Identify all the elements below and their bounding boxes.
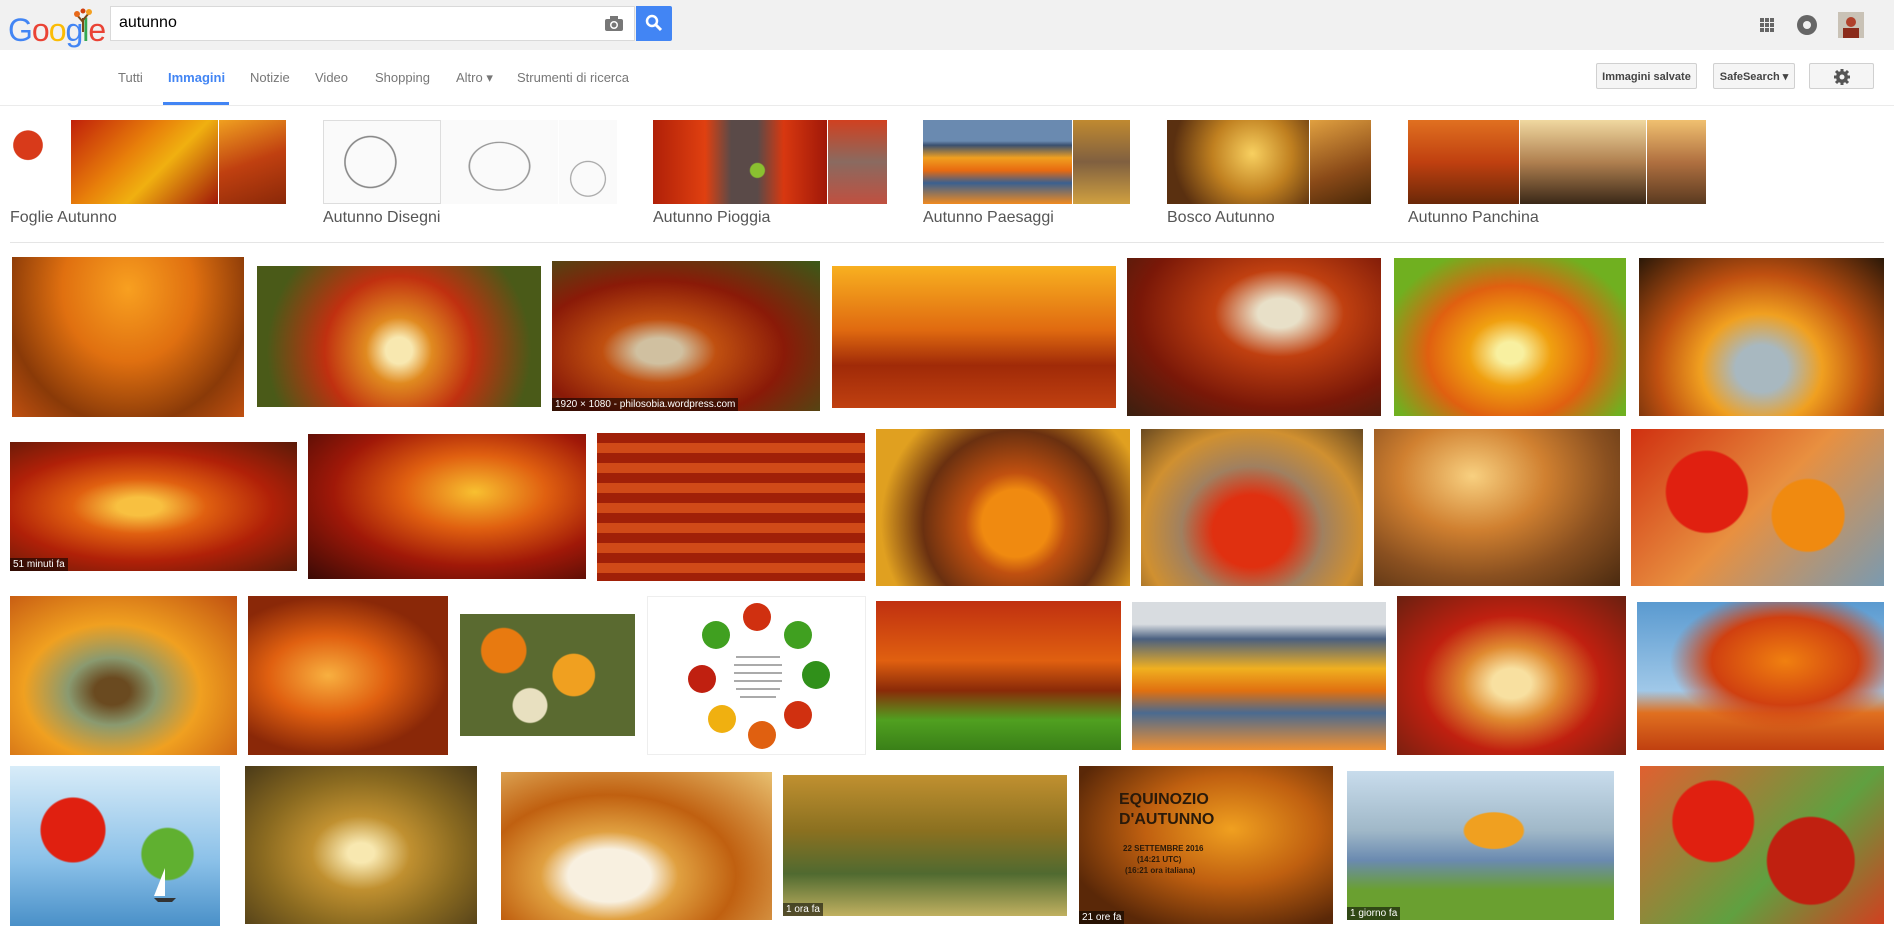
related-thumbnail-strip	[653, 120, 888, 204]
image-result[interactable]	[1141, 429, 1363, 586]
related-label: Bosco Autunno	[1167, 209, 1275, 226]
image-result[interactable]	[460, 614, 635, 736]
image-result[interactable]	[1127, 258, 1381, 416]
tab-images[interactable]: Immagini	[168, 70, 225, 85]
search-icon	[645, 14, 663, 32]
image-result[interactable]: 1 ora fa	[783, 775, 1067, 916]
image-result[interactable]	[245, 766, 477, 924]
sailboat-icon	[154, 868, 176, 902]
autumn-tree-doodle-icon	[74, 8, 92, 32]
image-result[interactable]	[248, 596, 448, 755]
image-result[interactable]	[12, 257, 244, 417]
search-button[interactable]	[636, 6, 672, 41]
active-tab-indicator	[163, 102, 229, 105]
image-result[interactable]	[647, 596, 866, 755]
related-thumbnail-strip	[1408, 120, 1707, 204]
related-label: Autunno Paesaggi	[923, 209, 1054, 226]
tab-video[interactable]: Video	[315, 70, 348, 85]
divider	[10, 242, 1884, 243]
tab-news[interactable]: Notizie	[250, 70, 290, 85]
image-result[interactable]	[1631, 429, 1884, 586]
image-result[interactable]	[1374, 429, 1620, 586]
equinox-italian-time: (16:21 ora italiana)	[1125, 866, 1196, 875]
tab-search-tools[interactable]: Strumenti di ricerca	[517, 70, 629, 85]
image-result[interactable]	[10, 766, 220, 926]
image-caption: 1920 × 1080 - philosobia.wordpress.com	[552, 398, 739, 411]
related-thumbnail-strip	[10, 120, 287, 204]
image-result[interactable]	[832, 266, 1116, 408]
equinox-utc: (14:21 UTC)	[1137, 855, 1182, 864]
equinox-title-1: EQUINOZIO	[1119, 791, 1209, 808]
related-thumbnail-strip	[1167, 120, 1372, 204]
camera-icon[interactable]	[604, 15, 624, 32]
related-label: Autunno Panchina	[1408, 209, 1539, 226]
image-result[interactable]: 51 minuti fa	[10, 442, 297, 571]
image-result[interactable]	[308, 434, 586, 579]
image-caption: 1 ora fa	[783, 903, 823, 916]
top-bar: Google	[0, 0, 1894, 50]
top-right-icons	[1754, 12, 1874, 38]
image-result[interactable]	[501, 772, 772, 920]
search-input[interactable]	[119, 13, 589, 33]
equinox-title-2: D'AUTUNNO	[1119, 811, 1215, 828]
image-result[interactable]	[876, 429, 1130, 586]
related-label: Foglie Autunno	[10, 209, 117, 226]
related-thumbnail-strip	[323, 120, 618, 204]
settings-button[interactable]	[1809, 63, 1874, 89]
image-result[interactable]	[876, 601, 1121, 750]
equinox-date: 22 SETTEMBRE 2016	[1123, 844, 1204, 853]
account-avatar[interactable]	[1838, 12, 1864, 38]
image-result[interactable]: 1920 × 1080 - philosobia.wordpress.com	[552, 261, 820, 411]
image-result[interactable]	[1397, 596, 1626, 755]
apps-grid-icon[interactable]	[1754, 12, 1780, 38]
image-result[interactable]	[597, 433, 865, 581]
related-thumbnail-strip	[923, 120, 1131, 204]
tab-all[interactable]: Tutti	[118, 70, 143, 85]
leaf-wreath-drawing	[688, 603, 830, 749]
gear-icon	[1834, 69, 1850, 85]
image-result[interactable]	[10, 596, 237, 755]
tab-more[interactable]: Altro ▾	[456, 70, 493, 86]
image-result[interactable]	[1639, 258, 1884, 416]
image-result[interactable]	[1132, 602, 1386, 750]
image-caption: 51 minuti fa	[10, 558, 68, 571]
image-result[interactable]	[1637, 602, 1884, 750]
safesearch-button[interactable]: SafeSearch ▾	[1713, 63, 1795, 89]
saved-images-button[interactable]: Immagini salvate	[1596, 63, 1697, 89]
related-label: Autunno Pioggia	[653, 209, 771, 226]
image-result[interactable]	[1394, 258, 1626, 416]
image-caption: 1 giorno fa	[1347, 907, 1401, 920]
notifications-icon[interactable]	[1794, 12, 1820, 38]
image-result[interactable]	[257, 266, 541, 407]
image-result[interactable]: EQUINOZIO D'AUTUNNO 22 SETTEMBRE 2016 (1…	[1079, 766, 1333, 924]
image-result[interactable]: 1 giorno fa	[1347, 771, 1614, 920]
tab-shopping[interactable]: Shopping	[375, 70, 430, 85]
search-box[interactable]	[110, 6, 635, 41]
image-caption: 21 ore fa	[1079, 911, 1125, 924]
image-result[interactable]	[1640, 766, 1884, 924]
google-logo[interactable]: Google	[8, 6, 106, 48]
related-label: Autunno Disegni	[323, 209, 441, 226]
